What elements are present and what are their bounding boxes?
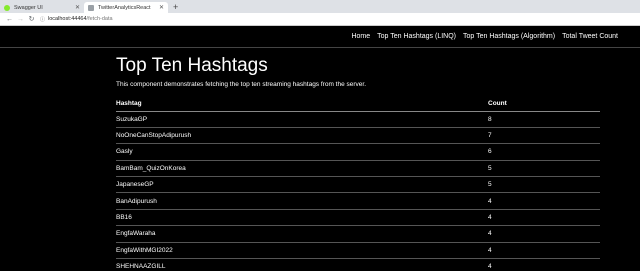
- nav-top-ten-linq-link[interactable]: Top Ten Hashtags (LINQ): [377, 33, 456, 40]
- table-row: SuzukaGP 8: [116, 111, 600, 128]
- address-bar[interactable]: ⓘ localhost:44464/fetch-data: [40, 16, 113, 23]
- page-description: This component demonstrates fetching the…: [116, 81, 367, 88]
- page-title: Top Ten Hashtags: [116, 55, 268, 76]
- reload-icon[interactable]: ↻: [26, 15, 37, 23]
- browser-toolbar: ← → ↻ ⓘ localhost:44464/fetch-data: [0, 13, 640, 26]
- count-cell: 4: [488, 242, 600, 260]
- table-row: SHEHNAAZGILL 4: [116, 258, 600, 271]
- count-cell: 8: [488, 111, 600, 128]
- close-tab-icon[interactable]: ✕: [159, 4, 164, 11]
- page-favicon-icon: [88, 4, 94, 11]
- count-cell: 4: [488, 192, 600, 210]
- nav-top-ten-algorithm-link[interactable]: Top Ten Hashtags (Algorithm): [463, 33, 555, 40]
- hashtag-cell: BanAdipurush: [116, 192, 488, 210]
- hashtag-cell: BB16: [116, 209, 488, 227]
- hashtag-cell: EngfaWithMGI2022: [116, 242, 488, 260]
- hashtag-cell: EngfaWaraha: [116, 225, 488, 243]
- top-navbar: Home Top Ten Hashtags (LINQ) Top Ten Has…: [0, 26, 640, 48]
- page-body: Home Top Ten Hashtags (LINQ) Top Ten Has…: [0, 26, 640, 271]
- tab-label: TwitterAnalyticsReact: [98, 4, 151, 11]
- hashtag-cell: JapaneseGP: [116, 176, 488, 194]
- close-tab-icon[interactable]: ✕: [75, 4, 80, 11]
- table-header-row: Hashtag Count: [116, 96, 600, 112]
- forward-arrow-icon[interactable]: →: [15, 16, 26, 23]
- hashtag-cell: Gasly: [116, 143, 488, 161]
- hashtag-cell: NoOneCanStopAdipurush: [116, 127, 488, 145]
- nav-total-tweet-count-link[interactable]: Total Tweet Count: [562, 33, 618, 40]
- tab-twitter-analytics[interactable]: TwitterAnalyticsReact ✕: [84, 2, 168, 13]
- count-cell: 4: [488, 225, 600, 243]
- table-row: EngfaWaraha 4: [116, 225, 600, 243]
- main-content: Top Ten Hashtags This component demonstr…: [116, 55, 600, 271]
- new-tab-button[interactable]: +: [173, 2, 178, 13]
- table-row: NoOneCanStopAdipurush 7: [116, 127, 600, 145]
- header-count: Count: [488, 96, 600, 112]
- table-row: EngfaWithMGI2022 4: [116, 242, 600, 260]
- count-cell: 5: [488, 160, 600, 178]
- tab-swagger[interactable]: Swagger UI ✕: [0, 2, 84, 13]
- hashtag-cell: BamBam_QuizOnKorea: [116, 160, 488, 178]
- table-row: Gasly 6: [116, 143, 600, 161]
- info-icon[interactable]: ⓘ: [40, 16, 45, 23]
- count-cell: 7: [488, 127, 600, 145]
- url-path: /fetch-data: [86, 16, 113, 22]
- count-cell: 4: [488, 258, 600, 271]
- swagger-favicon-icon: [4, 4, 10, 11]
- header-hashtag: Hashtag: [116, 96, 488, 112]
- table-row: BB16 4: [116, 209, 600, 227]
- tab-label: Swagger UI: [14, 4, 43, 11]
- nav-home-link[interactable]: Home: [351, 33, 370, 40]
- hashtag-cell: SHEHNAAZGILL: [116, 258, 488, 271]
- count-cell: 6: [488, 143, 600, 161]
- count-cell: 4: [488, 209, 600, 227]
- table-row: JapaneseGP 5: [116, 176, 600, 194]
- back-arrow-icon[interactable]: ←: [4, 16, 15, 23]
- table-row: BamBam_QuizOnKorea 5: [116, 160, 600, 178]
- hashtag-cell: SuzukaGP: [116, 111, 488, 128]
- tab-strip: Swagger UI ✕ TwitterAnalyticsReact ✕ +: [0, 0, 640, 13]
- url-host: localhost:44464: [48, 16, 87, 22]
- table-row: BanAdipurush 4: [116, 192, 600, 210]
- hashtag-table: Hashtag Count SuzukaGP 8 NoOneCanStopAdip…: [116, 96, 600, 271]
- count-cell: 5: [488, 176, 600, 194]
